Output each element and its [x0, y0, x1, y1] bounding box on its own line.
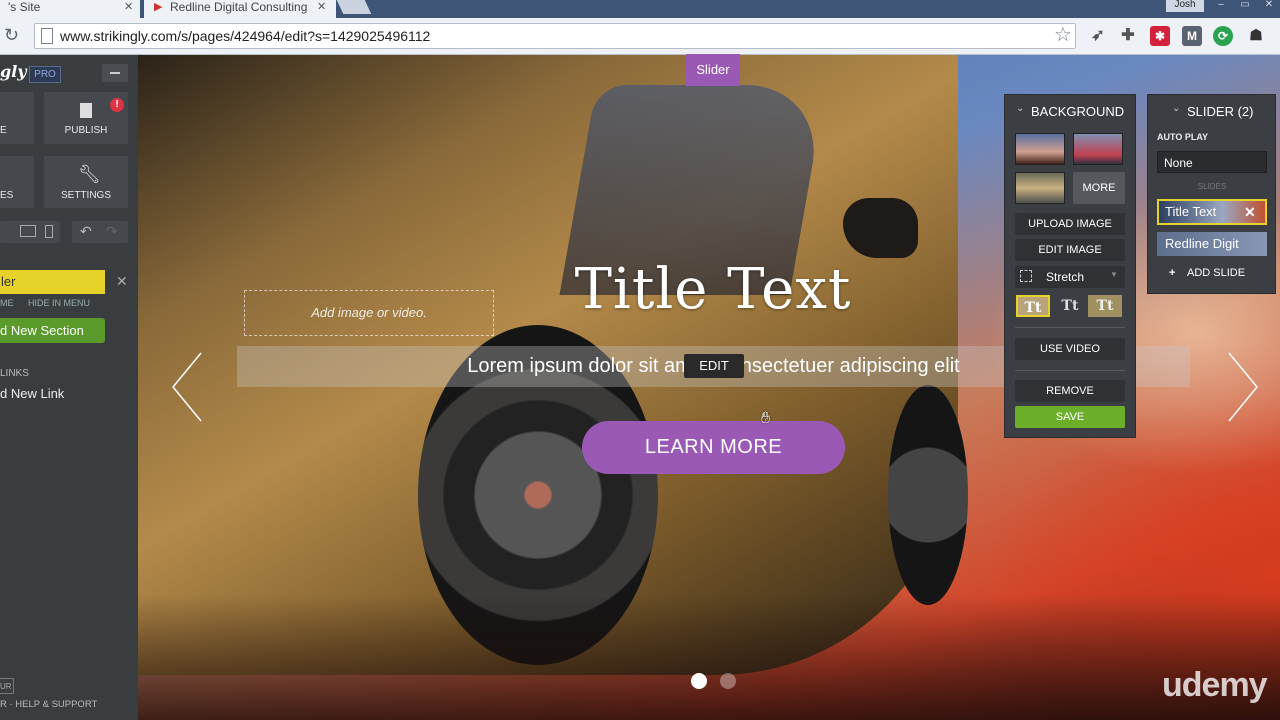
tile-label: PUBLISH	[64, 125, 108, 136]
background-thumbnail[interactable]	[1073, 133, 1123, 165]
tile-label: E	[0, 125, 7, 136]
text-style-dark[interactable]: Tt	[1053, 295, 1087, 317]
rename-section-link[interactable]: ME	[0, 298, 14, 308]
upload-image-button[interactable]: UPLOAD IMAGE	[1015, 213, 1125, 235]
add-new-link-button[interactable]: d New Link	[0, 386, 64, 401]
hero-car-mirror	[843, 198, 918, 258]
extension-owl-icon[interactable]: ☗	[1246, 26, 1266, 46]
add-new-section-button[interactable]: d New Section	[0, 318, 105, 343]
redo-icon[interactable]: ↷	[106, 223, 118, 240]
tab-close-icon[interactable]: ✕	[124, 0, 133, 13]
pro-badge: PRO	[29, 66, 61, 83]
hero-car-wheel-rear	[888, 385, 968, 605]
edit-image-button[interactable]: EDIT IMAGE	[1015, 239, 1125, 261]
chevron-down-icon[interactable]: ⌄	[1016, 103, 1024, 114]
slide-item[interactable]: Redline Digit	[1157, 232, 1267, 256]
remove-slide-icon[interactable]: ✕	[1244, 204, 1256, 220]
help-support-link[interactable]: R · HELP & SUPPORT	[0, 699, 97, 710]
save-button[interactable]: SAVE	[1015, 406, 1125, 428]
profile-button[interactable]: Josh	[1166, 0, 1204, 12]
maximize-icon[interactable]: ▭	[1234, 0, 1256, 12]
plus-icon: +	[1169, 267, 1176, 279]
extension-rocket-icon[interactable]: ➶	[1088, 26, 1108, 46]
strikingly-logo: gly	[0, 62, 27, 81]
extension-mail-icon[interactable]: M	[1182, 26, 1202, 46]
edit-text-button[interactable]: EDIT	[684, 354, 744, 378]
extension-lastpass-icon[interactable]: ✱	[1150, 26, 1170, 46]
reload-icon[interactable]: ↻	[4, 24, 24, 46]
url-text[interactable]: www.strikingly.com/s/pages/424964/edit?s…	[60, 28, 430, 44]
slides-label: SLIDES	[1197, 182, 1227, 191]
background-thumbnail[interactable]	[1015, 172, 1065, 204]
new-tab-button[interactable]	[336, 0, 372, 14]
learn-more-button[interactable]: LEARN MORE	[582, 421, 845, 474]
page-icon	[41, 28, 53, 44]
udemy-watermark: udemy	[1162, 666, 1268, 704]
sidebar-tile-save[interactable]	[0, 92, 34, 144]
extension-sync-icon[interactable]: ⟳	[1213, 26, 1233, 46]
delete-section-icon[interactable]: ✕	[116, 274, 128, 288]
wrench-icon: 🔧︎	[78, 164, 101, 184]
slide-title[interactable]: Title Text	[440, 258, 986, 322]
slider-panel-heading: SLIDER (2)	[1187, 104, 1254, 119]
autoplay-select[interactable]: None	[1157, 151, 1267, 173]
publish-icon	[80, 103, 92, 118]
stretch-icon	[1020, 270, 1032, 282]
close-window-icon[interactable]: ✕	[1258, 0, 1280, 12]
browser-tab-active[interactable]: Redline Digital Consulting	[144, 0, 336, 18]
divider	[1015, 370, 1125, 371]
extension-puzzle-icon[interactable]: ✚	[1118, 26, 1138, 46]
minimize-icon[interactable]: –	[1210, 0, 1232, 12]
fit-mode-value: Stretch	[1046, 270, 1085, 284]
more-backgrounds-button[interactable]: MORE	[1073, 172, 1125, 204]
desktop-icon[interactable]	[20, 225, 36, 237]
text-style-light[interactable]: Tt	[1016, 295, 1050, 317]
hero-road	[138, 595, 1280, 720]
background-panel-heading: BACKGROUND	[1031, 104, 1125, 119]
use-video-button[interactable]: USE VIDEO	[1015, 338, 1125, 360]
favicon-icon: ▶	[154, 1, 163, 13]
browser-tab[interactable]: 's Site	[0, 0, 140, 18]
chevron-down-icon: ▼	[1110, 270, 1118, 279]
slide-dot-2[interactable]	[720, 673, 736, 689]
tab-close-icon[interactable]: ✕	[317, 0, 326, 13]
bookmark-star-icon[interactable]: ☆	[1054, 24, 1072, 46]
slide-dot-1[interactable]	[691, 673, 707, 689]
section-type-tag: Slider	[686, 54, 740, 86]
hide-in-menu-link[interactable]: HIDE IN MENU	[28, 298, 90, 308]
background-thumbnail[interactable]	[1015, 133, 1065, 165]
previous-slide-arrow-icon[interactable]	[170, 351, 204, 423]
collapse-sidebar-button[interactable]	[102, 64, 128, 82]
divider	[1015, 327, 1125, 328]
remove-background-button[interactable]: REMOVE	[1015, 380, 1125, 402]
autoplay-label: AUTO PLAY	[1157, 132, 1209, 142]
mobile-icon[interactable]	[45, 225, 53, 238]
section-item-slider[interactable]: ler	[0, 270, 105, 294]
tile-label: ES	[0, 190, 14, 201]
tile-label: SETTINGS	[60, 190, 111, 201]
text-style-overlay[interactable]: Tt	[1088, 295, 1122, 317]
links-heading: LINKS	[0, 368, 29, 379]
tour-button[interactable]: UR	[0, 678, 14, 694]
undo-icon[interactable]: ↶	[80, 223, 92, 240]
next-slide-arrow-icon[interactable]	[1226, 351, 1260, 423]
chevron-down-icon[interactable]: ⌄	[1172, 103, 1180, 114]
tab-title: Redline Digital Consulting	[170, 0, 308, 14]
add-slide-button[interactable]: + ADD SLIDE	[1157, 263, 1267, 283]
add-slide-label: ADD SLIDE	[1187, 267, 1246, 279]
tab-title: 's Site	[8, 0, 41, 14]
hand-cursor-icon: ✋︎	[761, 410, 771, 427]
alert-badge: !	[110, 98, 124, 112]
